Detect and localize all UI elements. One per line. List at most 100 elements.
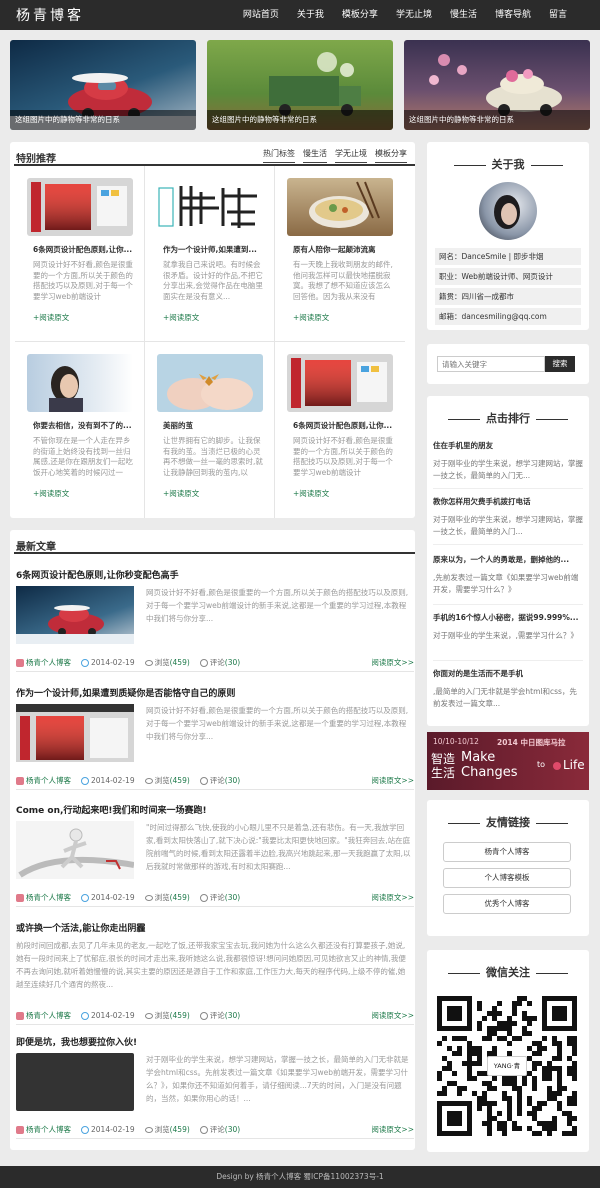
hero-image-1[interactable]: 这组图片中的静物等非常的日系 [10, 40, 196, 130]
author-link[interactable]: 杨青个人博客 [26, 776, 71, 785]
comments-count: (30) [224, 776, 241, 785]
tag-icon [16, 777, 24, 785]
read-more-link[interactable]: +阅读原文 [293, 488, 329, 499]
item-desc: 就拿我自己来说吧。有时候会很矛盾。设计好的作品,不把它分享出来,会觉得作品在电脑… [163, 260, 263, 301]
article-thumbnail[interactable] [16, 1053, 134, 1111]
friend-link[interactable]: 优秀个人博客 [443, 894, 571, 914]
top-navbar: 杨青博客 网站首页 关于我 模板分享 学无止境 慢生活 博客导航 留言 [0, 0, 600, 30]
featured-item[interactable]: 美丽的茧 让世界拥有它的脚步。让我保有我的茧。当溃烂已极的心灵再不想做一丝一毫的… [145, 342, 275, 518]
search-button[interactable]: 搜索 [545, 356, 575, 372]
nav-blog-nav[interactable]: 博客导航 [486, 0, 540, 30]
article-thumbnail[interactable] [16, 821, 134, 879]
item-desc: 网页设计好不好看,颜色是很重要的一个方面,所以关于颜色的搭配技巧以及原则,对于每… [33, 260, 133, 301]
item-title[interactable]: 原有人陪你一起颠沛流离 [293, 244, 397, 255]
read-more-link[interactable]: +阅读原文 [293, 312, 329, 323]
friend-link[interactable]: 个人博客模板 [443, 868, 571, 888]
nav-templates[interactable]: 模板分享 [333, 0, 387, 30]
banner-ad[interactable]: 10/10-10/12 2014 中日图库马拉 智造 生活 Make Changes… [427, 732, 589, 790]
featured-tabs: 热门标签 慢生活 学无止境 模板分享 [263, 148, 407, 163]
eye-icon [144, 1013, 153, 1019]
views-label: 浏览 [154, 776, 170, 785]
article-thumbnail[interactable] [16, 704, 134, 762]
color-picker-thumbnail [27, 178, 133, 236]
ranking-item-title[interactable]: 教你怎样用欠费手机拨打电话 [433, 496, 583, 507]
hero-image-2[interactable]: 这组图片中的静物等非常的日系 [207, 40, 393, 130]
author-link[interactable]: 杨青个人博客 [26, 893, 71, 902]
tab-slow-life[interactable]: 慢生活 [303, 148, 327, 163]
search-input[interactable] [437, 356, 545, 372]
eye-icon [144, 895, 153, 901]
ranking-item-title[interactable]: 你面对的是生活而不是手机 [433, 668, 583, 679]
comments-count: (30) [224, 658, 241, 667]
comments-count: (30) [224, 893, 241, 902]
article-title[interactable]: 即便是坑，我也想要拉你入伙! [16, 1035, 137, 1048]
item-title[interactable]: 6条网页设计配色原则,让你... [33, 244, 137, 255]
author-link[interactable]: 杨青个人博客 [26, 1125, 71, 1134]
main-nav: 网站首页 关于我 模板分享 学无止境 慢生活 博客导航 留言 [234, 0, 576, 30]
article-meta: 杨青个人博客 2014-02-19 浏览(459) 评论(30) 阅读原文>> [16, 772, 414, 790]
nav-guestbook[interactable]: 留言 [540, 0, 576, 30]
nav-about[interactable]: 关于我 [288, 0, 333, 30]
divider [433, 488, 583, 489]
featured-item[interactable]: 你要去相信，没有到不了的... 不管你现在是一个人走在异乡的街道上始终没有找到一… [15, 342, 145, 518]
hero-image-3[interactable]: 这组图片中的静物等非常的日系 [404, 40, 590, 130]
clock-icon [81, 1012, 89, 1020]
featured-item[interactable]: 6条网页设计配色原则,让你... 网页设计好不好看,颜色是很重要的一个方面,所以… [15, 166, 145, 342]
read-more-link[interactable]: 阅读原文>> [371, 775, 414, 786]
read-more-link[interactable]: +阅读原文 [33, 312, 69, 323]
item-title[interactable]: 你要去相信，没有到不了的... [33, 420, 137, 431]
ranking-item-desc: ,最简单的入门无非就是学会html和css，先前发表过一篇文章... [433, 687, 577, 708]
read-more-link[interactable]: +阅读原文 [163, 488, 199, 499]
read-more-link[interactable]: 阅读原文>> [371, 1010, 414, 1021]
views-label: 浏览 [154, 658, 170, 667]
banner-to: to [537, 760, 546, 769]
tab-templates[interactable]: 模板分享 [375, 148, 407, 163]
tab-hot-tags[interactable]: 热门标签 [263, 148, 295, 163]
friend-link[interactable]: 杨青个人博客 [443, 842, 571, 862]
ranking-item-title[interactable]: 住在手机里的朋友 [433, 440, 583, 451]
read-more-link[interactable]: +阅读原文 [33, 488, 69, 499]
featured-item[interactable]: 作为一个设计师,如果遭到... 就拿我自己来说吧。有时候会很矛盾。设计好的作品,… [145, 166, 275, 342]
article-meta: 杨青个人博客 2014-02-19 浏览(459) 评论(30) 阅读原文>> [16, 654, 414, 672]
featured-item[interactable]: 6条网页设计配色原则,让你... 网页设计好不好看,颜色是很重要的一个方面,所以… [275, 342, 405, 518]
section-divider [14, 552, 415, 554]
author-link[interactable]: 杨青个人博客 [26, 658, 71, 667]
girl-portrait-thumbnail [27, 354, 133, 412]
item-title[interactable]: 美丽的茧 [163, 420, 267, 431]
article-title[interactable]: 或许换一个活法,能让你走出阴霾 [16, 921, 145, 934]
read-more-link[interactable]: +阅读原文 [163, 312, 199, 323]
featured-item[interactable]: 原有人陪你一起颠沛流离 有一天晚上我收到朋友的邮件,他问我怎样可以最快地摆脱寂寞… [275, 166, 405, 342]
widget-title: 点击排行 [427, 410, 589, 426]
comments-count: (30) [224, 1125, 241, 1134]
article-title[interactable]: 作为一个设计师,如果遭到质疑你是否能恪守自己的原则 [16, 686, 235, 699]
article-meta: 杨青个人博客 2014-02-19 浏览(459) 评论(30) 阅读原文>> [16, 889, 414, 907]
nav-learning[interactable]: 学无止境 [387, 0, 441, 30]
article-title[interactable]: 6条网页设计配色原则,让你秒变配色高手 [16, 568, 179, 581]
tab-learning[interactable]: 学无止境 [335, 148, 367, 163]
read-more-link[interactable]: 阅读原文>> [371, 657, 414, 668]
widget-title: 友情链接 [427, 814, 589, 830]
article-title[interactable]: Come on,行动起来吧!我们和时间来一场赛跑! [16, 803, 207, 816]
article-thumbnail[interactable] [16, 586, 134, 644]
banner-cn-text: 智造 生活 [431, 752, 456, 780]
ranking-item-desc: 对于刚毕业的学生来说，想学习建网站，掌握一技之长，最简单的入门... [433, 515, 583, 536]
ranking-item-title[interactable]: 手机的16个惊人小秘密，据说99.999%... [433, 612, 583, 623]
clock-icon [81, 777, 89, 785]
comments-label: 评论 [209, 1125, 225, 1134]
ranking-item-title[interactable]: 原来以为，一个人的勇敢是，删掉他的... [433, 554, 583, 565]
item-desc: 让世界拥有它的脚步。让我保有我的茧。当溃烂已极的心灵再不想做一丝一毫的思索时,就… [163, 436, 263, 477]
nav-home[interactable]: 网站首页 [234, 0, 288, 30]
site-logo[interactable]: 杨青博客 [16, 5, 84, 25]
read-more-link[interactable]: 阅读原文>> [371, 892, 414, 903]
article-item: 即便是坑，我也想要拉你入伙! 对于刚毕业的学生来说，想学习建网站，掌握一技之长，… [10, 1035, 415, 1141]
nav-slow-life[interactable]: 慢生活 [441, 0, 486, 30]
divider [433, 660, 583, 661]
author-link[interactable]: 杨青个人博客 [26, 1011, 71, 1020]
hero-caption: 这组图片中的静物等非常的日系 [10, 110, 196, 130]
item-title[interactable]: 6条网页设计配色原则,让你... [293, 420, 397, 431]
ranking-item-desc: ,先前发表过一篇文章《如果要学习web前端开发，需要学习什么？》 [433, 573, 579, 594]
views-count: (459) [169, 776, 190, 785]
item-title[interactable]: 作为一个设计师,如果遭到... [163, 244, 267, 255]
article-summary: "时间过得那么飞快,使我的小心眼儿里不只是着急,还有悲伤。有一天,我放学回家,看… [146, 823, 411, 871]
read-more-link[interactable]: 阅读原文>> [371, 1124, 414, 1135]
